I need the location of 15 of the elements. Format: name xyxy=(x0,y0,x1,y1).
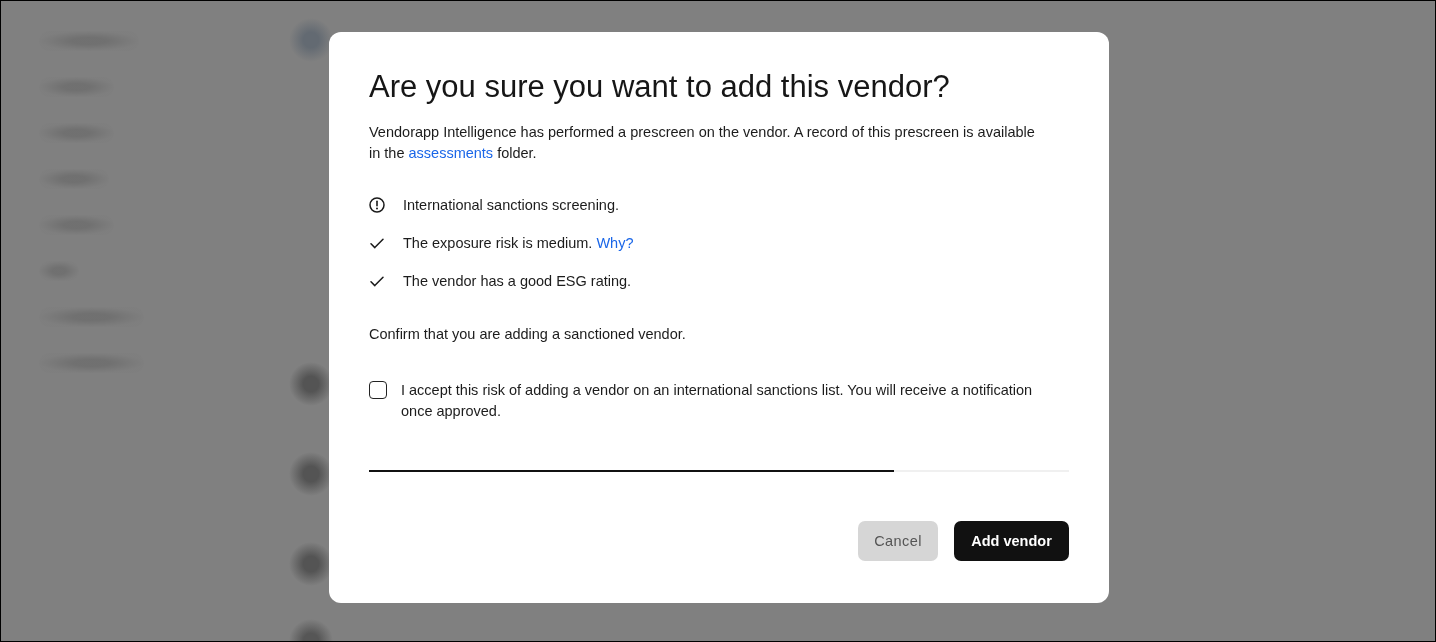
check-icon xyxy=(370,237,384,249)
intro-text: Vendorapp Intelligence has performed a prescreen on the vendor. A record of this prescreen is available in the assessments folder. xyxy=(369,123,1036,163)
consent-checkbox[interactable] xyxy=(369,381,387,399)
exclamation-circle-icon xyxy=(369,197,385,213)
dialog-title: Are you sure you want to add this vendor? xyxy=(369,68,951,106)
cancel-button[interactable]: Cancel xyxy=(858,521,938,561)
check-result-text: The exposure risk is medium. Why? xyxy=(403,233,634,253)
confirm-prompt-text: Confirm that you are adding a sanctioned vendor. xyxy=(369,325,687,344)
consent-label: I accept this risk of adding a vendor on an international sanctions list. You will receive a notification once approved. xyxy=(401,381,1034,421)
why-link[interactable]: Why? xyxy=(596,234,634,251)
add-vendor-button[interactable]: Add vendor xyxy=(954,521,1069,561)
check-result-text: The vendor has a good ESG rating. xyxy=(403,271,632,291)
check-result-text: International sanctions screening. xyxy=(403,195,620,215)
check-icon xyxy=(370,275,384,287)
assessments-link[interactable]: assessments xyxy=(408,145,494,161)
